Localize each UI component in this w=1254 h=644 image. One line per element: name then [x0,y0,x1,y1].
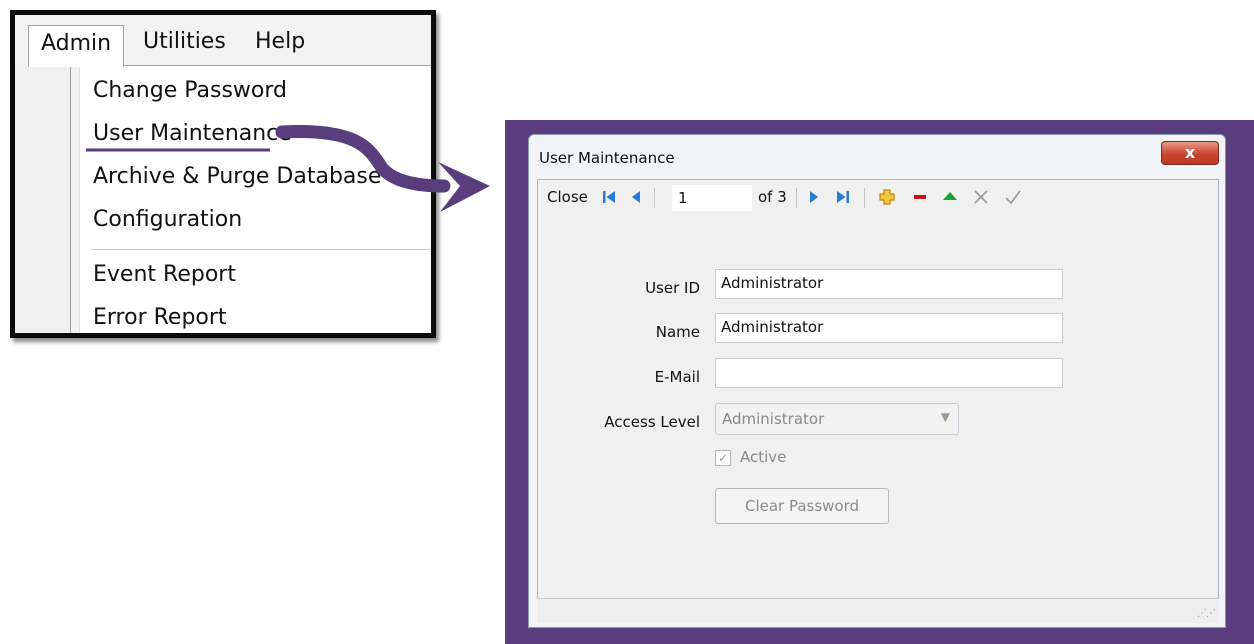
email-label: E-Mail [654,368,700,386]
cancel-icon[interactable] [972,188,990,206]
record-toolbar: Close of 3 [538,180,1218,216]
next-record-icon[interactable] [808,188,820,206]
menu-admin[interactable]: Admin [28,25,125,67]
name-field[interactable]: Administrator [715,313,1063,343]
user-maintenance-dialog: User Maintenance x Close of 3 [528,134,1226,628]
user-id-field[interactable]: Administrator [715,269,1063,299]
email-field[interactable] [715,358,1063,388]
record-count-label: of 3 [758,188,787,206]
dialog-client-area: Close of 3 [537,179,1219,599]
access-level-select[interactable]: Administrator ▼ [715,403,959,435]
close-button[interactable]: Close [547,188,588,206]
active-label: Active [740,448,787,466]
chevron-down-icon: ▼ [940,410,950,424]
dialog-title: User Maintenance [539,149,675,167]
move-up-icon[interactable] [942,188,958,206]
clear-password-button[interactable]: Clear Password [715,488,889,524]
confirm-icon[interactable] [1004,188,1022,206]
resize-grip-icon[interactable]: ⋰⋰ [1197,608,1216,619]
last-record-icon[interactable] [836,188,850,206]
user-id-label: User ID [645,279,700,297]
status-bar: ⋰⋰ [537,598,1219,623]
toolbar-separator [864,188,865,208]
first-record-icon[interactable] [602,188,616,206]
toolbar-separator [796,188,797,208]
record-position-input[interactable] [672,185,752,211]
add-record-icon[interactable] [878,188,896,206]
access-level-label: Access Level [604,413,700,431]
prev-record-icon[interactable] [630,188,642,206]
access-level-value: Administrator [722,410,825,428]
delete-record-icon[interactable] [912,188,928,206]
arrow-shaft [275,125,451,193]
active-checkbox[interactable]: ✓ [715,450,731,466]
window-close-button[interactable]: x [1161,141,1219,165]
toolbar-separator [654,188,655,208]
name-label: Name [655,323,700,341]
